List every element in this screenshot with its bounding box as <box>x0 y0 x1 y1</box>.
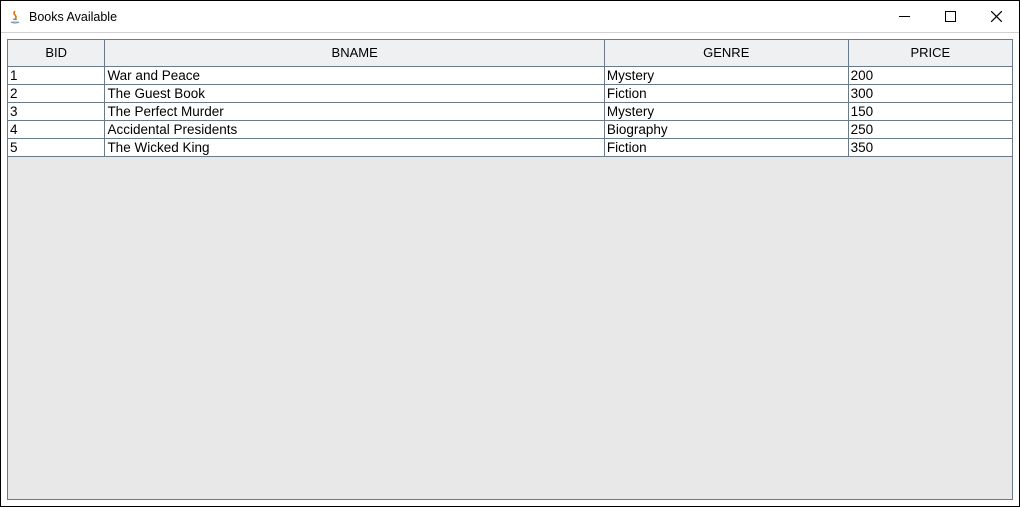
titlebar[interactable]: Books Available <box>1 1 1019 33</box>
cell-genre[interactable]: Fiction <box>604 84 848 102</box>
header-price[interactable]: PRICE <box>848 40 1012 66</box>
table-row[interactable]: 1 War and Peace Mystery 200 <box>8 66 1012 84</box>
cell-genre[interactable]: Fiction <box>604 138 848 156</box>
close-button[interactable] <box>973 1 1019 32</box>
table-empty-area <box>8 157 1012 500</box>
cell-bname[interactable]: The Perfect Murder <box>105 102 604 120</box>
window: Books Available BID BNAME GENRE PR <box>1 1 1019 506</box>
cell-bid[interactable]: 3 <box>8 102 105 120</box>
cell-genre[interactable]: Mystery <box>604 102 848 120</box>
cell-price[interactable]: 150 <box>848 102 1012 120</box>
cell-price[interactable]: 250 <box>848 120 1012 138</box>
cell-bid[interactable]: 2 <box>8 84 105 102</box>
cell-genre[interactable]: Mystery <box>604 66 848 84</box>
header-bid[interactable]: BID <box>8 40 105 66</box>
cell-price[interactable]: 350 <box>848 138 1012 156</box>
java-app-icon <box>7 9 23 25</box>
cell-bname[interactable]: The Guest Book <box>105 84 604 102</box>
table-row[interactable]: 4 Accidental Presidents Biography 250 <box>8 120 1012 138</box>
cell-bname[interactable]: Accidental Presidents <box>105 120 604 138</box>
books-table[interactable]: BID BNAME GENRE PRICE 1 War and Peace My… <box>8 40 1012 157</box>
maximize-button[interactable] <box>927 1 973 32</box>
cell-genre[interactable]: Biography <box>604 120 848 138</box>
table-row[interactable]: 2 The Guest Book Fiction 300 <box>8 84 1012 102</box>
cell-bid[interactable]: 5 <box>8 138 105 156</box>
header-bname[interactable]: BNAME <box>105 40 604 66</box>
window-title: Books Available <box>29 10 881 24</box>
cell-bid[interactable]: 4 <box>8 120 105 138</box>
table-header-row: BID BNAME GENRE PRICE <box>8 40 1012 66</box>
content-area: BID BNAME GENRE PRICE 1 War and Peace My… <box>1 33 1019 506</box>
table-container: BID BNAME GENRE PRICE 1 War and Peace My… <box>7 39 1013 500</box>
table-row[interactable]: 5 The Wicked King Fiction 350 <box>8 138 1012 156</box>
cell-price[interactable]: 200 <box>848 66 1012 84</box>
cell-bname[interactable]: War and Peace <box>105 66 604 84</box>
cell-bname[interactable]: The Wicked King <box>105 138 604 156</box>
minimize-button[interactable] <box>881 1 927 32</box>
cell-price[interactable]: 300 <box>848 84 1012 102</box>
cell-bid[interactable]: 1 <box>8 66 105 84</box>
window-controls <box>881 1 1019 32</box>
table-row[interactable]: 3 The Perfect Murder Mystery 150 <box>8 102 1012 120</box>
header-genre[interactable]: GENRE <box>604 40 848 66</box>
